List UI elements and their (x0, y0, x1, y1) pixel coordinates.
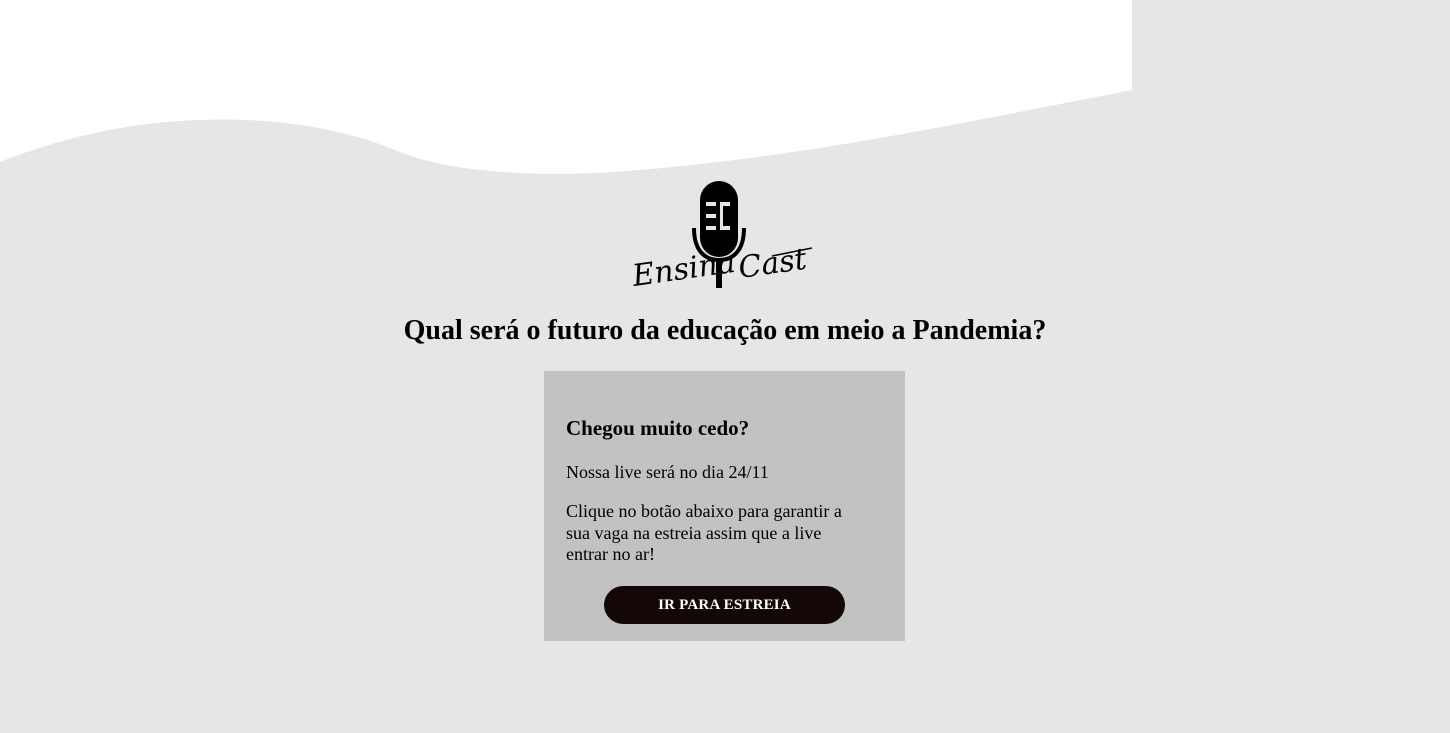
early-arrival-card: Chegou muito cedo? Nossa live será no di… (544, 371, 905, 641)
svg-text:Cast: Cast (736, 242, 809, 286)
header-wave-shape (0, 0, 1132, 174)
ensinacast-logo: Ensina Cast (629, 178, 817, 298)
live-date-text: Nossa live será no dia 24/11 (566, 462, 769, 482)
page: Ensina Cast Qual será o futuro da educaç… (0, 0, 1450, 733)
card-title: Chegou muito cedo? (566, 416, 750, 440)
go-to-premiere-button[interactable]: IR PARA ESTREIA (604, 586, 845, 624)
card-description: Clique no botão abaixo para garantir a s… (566, 501, 842, 564)
page-headline: Qual será o futuro da educação em meio a… (403, 315, 1047, 346)
